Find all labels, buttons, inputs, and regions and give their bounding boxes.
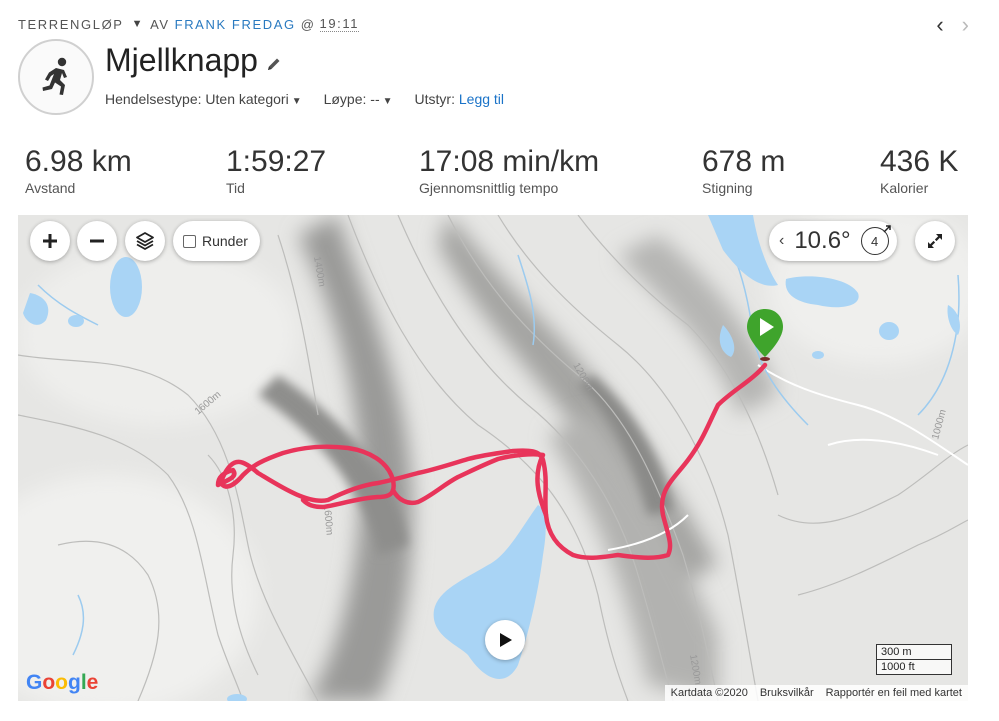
map-attribution: Kartdata ©2020 Bruksvilkår Rapportér en …: [664, 685, 968, 701]
scale-metric: 300 m: [876, 644, 952, 659]
title-row: Mjellknapp: [105, 42, 282, 79]
activity-navigation: ‹ ›: [936, 12, 969, 38]
activity-header-line: TERRENGLØP ▼ AV FRANK FREDAG @ 19:11: [18, 16, 360, 32]
stat-label: Stigning: [702, 180, 753, 196]
add-gear-link[interactable]: Legg til: [459, 91, 504, 107]
laps-label: Runder: [202, 233, 248, 249]
stat-value: 6.98 km: [25, 145, 132, 178]
activity-time[interactable]: 19:11: [319, 16, 360, 32]
course-value: --: [370, 91, 380, 107]
wind-speed: 4: [871, 233, 879, 249]
event-type-selector[interactable]: Hendelsestype: Uten kategori ▼: [105, 91, 302, 107]
stat-value: 436 K: [880, 145, 959, 178]
chevron-down-icon: ▼: [382, 96, 393, 107]
stat-label: Tid: [226, 180, 245, 196]
by-text: AV: [150, 16, 170, 32]
temperature-value: 10.6°: [794, 227, 851, 254]
play-route-button[interactable]: [485, 620, 525, 660]
layers-icon: [136, 232, 154, 250]
zoom-in-button[interactable]: [30, 221, 70, 261]
play-icon: [500, 633, 512, 647]
at-symbol: @: [300, 16, 316, 32]
activity-title: Mjellknapp: [105, 42, 258, 78]
course-selector[interactable]: Løype: -- ▼: [324, 91, 393, 107]
terms-link[interactable]: Bruksvilkår: [760, 687, 814, 699]
gear-field: Utstyr: Legg til: [415, 91, 505, 107]
report-error-link[interactable]: Rapportér en feil med kartet: [826, 687, 962, 699]
stat-distance: 6.98 km Avstand: [25, 145, 132, 197]
pencil-icon[interactable]: [266, 56, 282, 72]
start-marker[interactable]: [745, 307, 785, 363]
wind-indicator: 4: [860, 225, 891, 255]
stat-value: 17:08 min/km: [419, 145, 600, 178]
expand-icon: [928, 234, 942, 248]
stat-value: 1:59:27: [226, 145, 327, 178]
laps-checkbox[interactable]: [183, 234, 196, 248]
activity-map[interactable]: 1400m 1600m 1200m 1600m 1000m 1200m Rund…: [18, 215, 968, 701]
activity-meta: Hendelsestype: Uten kategori ▼ Løype: -- ▼…: [105, 91, 504, 107]
stat-label: Avstand: [25, 180, 76, 196]
scale-imperial: 1000 ft: [876, 659, 952, 675]
laps-toggle[interactable]: Runder: [173, 221, 260, 261]
next-activity-icon[interactable]: ›: [962, 12, 969, 38]
author-link[interactable]: FRANK FREDAG: [175, 17, 296, 32]
gear-label: Utstyr:: [414, 91, 455, 107]
chevron-down-icon: ▼: [291, 96, 302, 107]
chevron-left-icon[interactable]: ‹: [779, 232, 784, 250]
fullscreen-button[interactable]: [915, 221, 955, 261]
activity-type-dropdown-icon[interactable]: ▼: [132, 18, 145, 30]
google-logo[interactable]: Google: [26, 671, 98, 695]
plus-icon: [43, 234, 57, 248]
activity-type: TERRENGLØP: [18, 16, 124, 32]
stat-value: 678 m: [702, 145, 786, 178]
stat-time: 1:59:27 Tid: [226, 145, 327, 197]
stat-label: Kalorier: [880, 180, 929, 196]
stat-label: Gjennomsnittlig tempo: [419, 180, 559, 196]
stat-calories: 436 K Kalorier: [880, 145, 959, 197]
event-type-value: Uten kategori: [205, 91, 289, 107]
wind-direction-icon: [883, 225, 891, 233]
stat-pace: 17:08 min/km Gjennomsnittlig tempo: [419, 145, 600, 197]
activity-type-avatar: [18, 39, 94, 115]
runner-icon: [42, 57, 67, 95]
map-scale: 300 m 1000 ft: [876, 644, 952, 675]
course-label: Løype:: [323, 91, 367, 107]
event-type-label: Hendelsestype:: [105, 91, 202, 107]
previous-activity-icon[interactable]: ‹: [936, 12, 943, 38]
stat-elevation-gain: 678 m Stigning: [702, 145, 786, 197]
zoom-out-button[interactable]: [77, 221, 117, 261]
map-layers-button[interactable]: [125, 221, 165, 261]
weather-widget[interactable]: ‹ 10.6° 4: [769, 221, 897, 261]
minus-icon: [90, 239, 104, 243]
map-data-credit: Kartdata ©2020: [670, 687, 748, 699]
